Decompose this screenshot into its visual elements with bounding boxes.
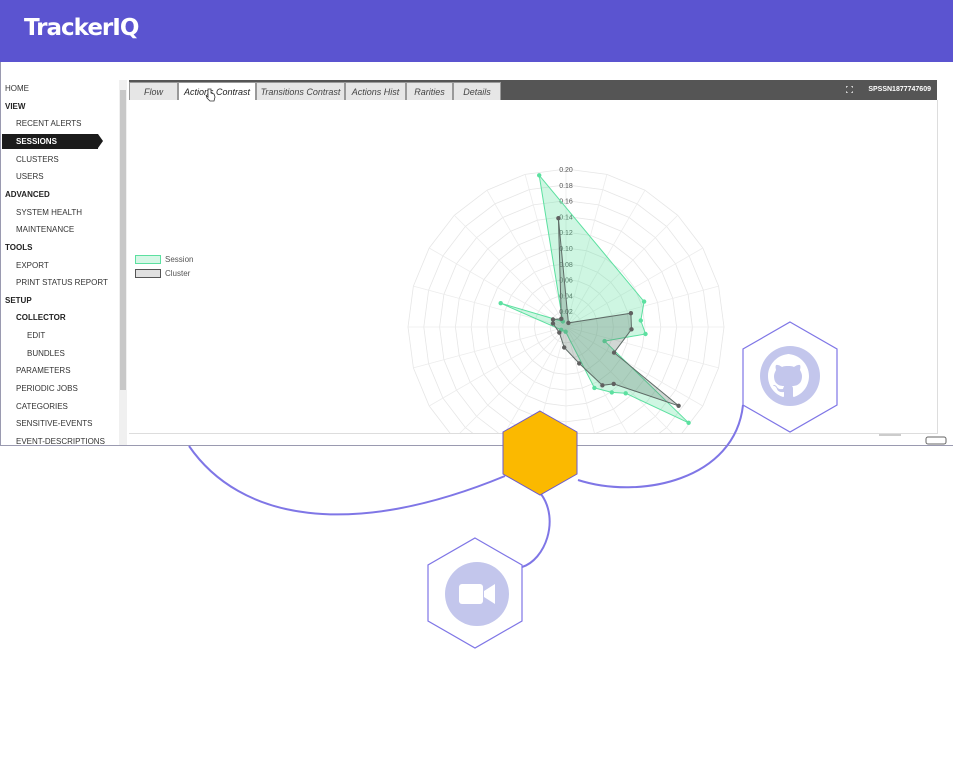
series-session-area — [500, 173, 689, 424]
series-session-point — [537, 173, 542, 178]
series-session-point — [638, 318, 643, 323]
tab-bar: Flow Actions Contrast Transitions Contrast… — [129, 80, 937, 100]
sidebar-item-export[interactable]: EXPORT — [16, 261, 49, 270]
sidebar-item-view: VIEW — [5, 101, 26, 111]
series-cluster-point — [566, 320, 571, 326]
tab-transitions-contrast[interactable]: Transitions Contrast — [256, 82, 345, 100]
tab-actions-contrast[interactable]: Actions Contrast — [178, 82, 256, 100]
sidebar-item-categories[interactable]: CATEGORIES — [16, 402, 68, 411]
series-session-point — [623, 391, 628, 396]
sidebar-item-parameters[interactable]: PARAMETERS — [16, 366, 71, 375]
trackeriq-logo: TrackerIQ — [24, 15, 139, 41]
sidebar-item-bundles[interactable]: BUNDLES — [27, 349, 65, 358]
center-hexagon — [502, 410, 578, 496]
top-header: TrackerIQ — [0, 0, 953, 62]
sidebar-item-home[interactable]: HOME — [5, 84, 29, 93]
video-camera-icon — [445, 562, 509, 626]
series-cluster-point — [611, 350, 617, 355]
panel-handle — [879, 434, 901, 436]
sidebar-item-edit[interactable]: EDIT — [27, 331, 45, 340]
github-hexagon — [742, 321, 838, 433]
tab-actions-hist[interactable]: Actions Hist — [345, 82, 406, 100]
sidebar-item-tools: TOOLS — [5, 242, 33, 252]
sidebar-item-setup: SETUP — [5, 295, 32, 305]
session-id-label: SPSSN1877747609 — [868, 86, 931, 93]
series-session-point — [686, 420, 691, 425]
series-session-point — [498, 301, 503, 306]
tab-flow[interactable]: Flow — [129, 82, 178, 100]
series-cluster-point — [629, 327, 634, 332]
series-cluster-point — [550, 321, 556, 326]
sidebar-item-periodic-jobs[interactable]: PERIODIC JOBS — [16, 384, 78, 393]
grid-spoke — [413, 326, 567, 369]
scrollbar-thumb[interactable] — [120, 90, 126, 390]
series-cluster-point — [557, 330, 562, 335]
sidebar-item-sessions[interactable]: SESSIONS — [2, 133, 103, 149]
series-cluster-point — [600, 383, 605, 388]
tick-label: 0.20 — [559, 167, 573, 174]
series-cluster-point — [676, 403, 681, 408]
fullscreen-icon[interactable] — [846, 86, 853, 93]
series-cluster-point — [562, 345, 567, 350]
pointer-cursor-icon — [205, 88, 216, 102]
sidebar-item-users[interactable]: USERS — [16, 172, 44, 181]
series-session-point — [643, 331, 648, 337]
grid-spoke — [428, 326, 567, 407]
sidebar-item-maintenance[interactable]: MAINTENANCE — [16, 225, 74, 234]
series-cluster-point — [550, 317, 556, 322]
sidebar-item-sensitive-events[interactable]: SENSITIVE-EVENTS — [16, 419, 92, 428]
series-session-point — [609, 390, 614, 395]
sidebar-nav: HOME VIEW RECENT ALERTS SESSIONS CLUSTERS USE… — [1, 62, 118, 445]
tab-details[interactable]: Details — [453, 82, 501, 100]
series-session-point — [641, 299, 647, 304]
sidebar-item-collector[interactable]: COLLECTOR — [16, 313, 66, 322]
sidebar-item-system-health[interactable]: SYSTEM HEALTH — [16, 208, 82, 217]
video-hexagon — [427, 537, 523, 649]
series-cluster-point — [559, 316, 564, 321]
github-icon — [760, 346, 820, 406]
series-cluster-point — [628, 311, 634, 316]
sidebar-item-event-descriptions[interactable]: EVENT-DESCRIPTIONS — [16, 437, 105, 445]
sidebar-item-print-status-report[interactable]: PRINT STATUS REPORT — [16, 278, 108, 287]
series-cluster-point — [556, 216, 561, 221]
sidebar-item-clusters[interactable]: CLUSTERS — [16, 155, 59, 164]
sidebar-item-advanced: ADVANCED — [5, 189, 50, 199]
series-cluster-point — [611, 381, 616, 387]
series-cluster-point — [577, 361, 582, 366]
tick-label: 0.18 — [559, 183, 573, 190]
sidebar-item-recent-alerts[interactable]: RECENT ALERTS — [16, 119, 82, 128]
keyboard-icon — [925, 436, 947, 445]
tab-rarities[interactable]: Rarities — [406, 82, 453, 100]
grid-spoke — [428, 247, 567, 328]
series-session-point — [592, 385, 597, 391]
